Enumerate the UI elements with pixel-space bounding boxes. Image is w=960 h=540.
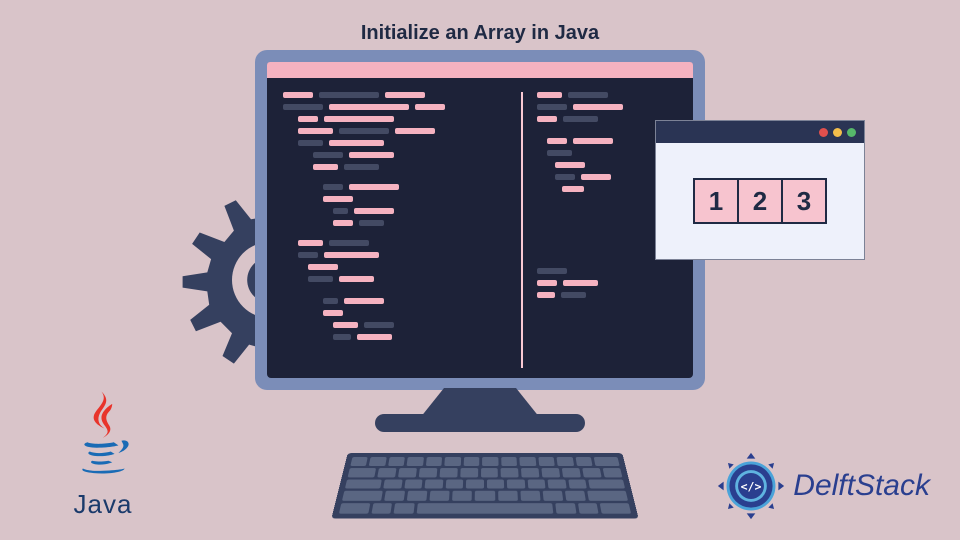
array-cell: 3: [781, 178, 827, 224]
maximize-icon: [847, 128, 856, 137]
delftstack-logo-text: DelftStack: [793, 469, 930, 503]
close-icon: [819, 128, 828, 137]
delftstack-logo: </> DelftStack: [715, 450, 930, 522]
monitor-illustration: [255, 50, 705, 390]
array-visual: 1 2 3: [656, 143, 864, 259]
java-logo: Java: [38, 390, 168, 520]
minimize-icon: [833, 128, 842, 137]
array-cell: 2: [737, 178, 783, 224]
page-title: Initialize an Array in Java: [0, 22, 960, 45]
java-logo-text: Java: [38, 489, 168, 520]
keyboard-illustration: [331, 453, 638, 519]
monitor-base: [375, 414, 585, 432]
popup-titlebar: [656, 121, 864, 143]
delftstack-badge-icon: </>: [715, 450, 787, 522]
array-popup-window: 1 2 3: [655, 120, 865, 260]
svg-text:</>: </>: [741, 479, 762, 493]
array-cell: 1: [693, 178, 739, 224]
code-pane-left: [283, 92, 507, 368]
